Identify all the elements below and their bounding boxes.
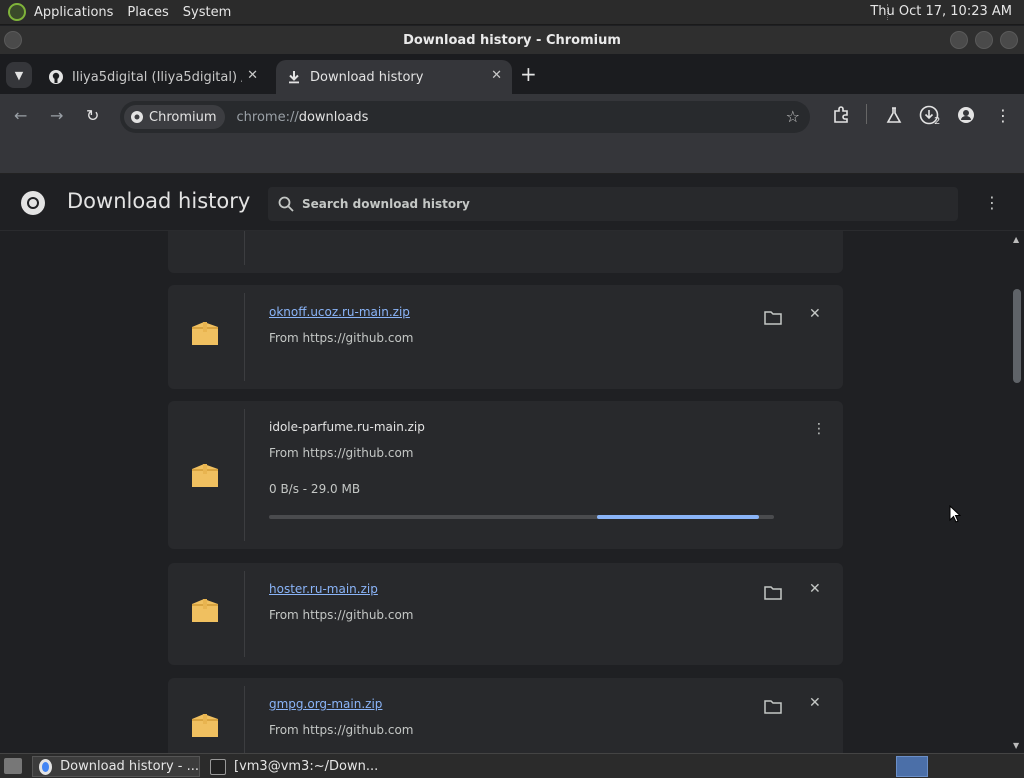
card-divider <box>244 293 245 381</box>
back-arrow-icon[interactable]: ← <box>14 106 27 125</box>
system-top-panel: Applications Places System Thu Oct 17, 1… <box>0 0 1024 25</box>
clock[interactable]: Thu Oct 17, 10:23 AM <box>870 4 1012 19</box>
page-more-actions-icon[interactable]: ⋮ <box>984 193 1000 212</box>
download-source: From https://github.com <box>269 446 414 460</box>
forward-arrow-icon[interactable]: → <box>50 106 63 125</box>
download-card-partial <box>168 231 843 273</box>
taskbar-item-terminal[interactable]: [vm3@vm3:~/Down... <box>204 756 384 777</box>
close-window-button[interactable] <box>1000 31 1018 49</box>
download-card: hoster.ru-main.zip From https://github.c… <box>168 563 843 665</box>
remove-download-icon[interactable]: ✕ <box>809 581 821 597</box>
archive-file-icon <box>192 714 218 737</box>
downloads-badge: 2 <box>934 116 941 127</box>
taskbar-item-chromium[interactable]: Download history - ... <box>32 756 200 777</box>
download-progress-fill <box>597 515 759 519</box>
show-in-folder-icon[interactable] <box>764 699 782 715</box>
scroll-thumb[interactable] <box>1013 289 1021 383</box>
downloads-page-header: Download history Search download history… <box>0 175 1024 231</box>
archive-file-icon <box>192 464 218 487</box>
page-title: Download history <box>67 189 251 213</box>
page-scrollbar[interactable]: ▲ ▼ <box>1010 231 1024 753</box>
downloads-list: oknoff.ucoz.ru-main.zip From https://git… <box>0 231 1010 753</box>
download-progress-bar <box>269 515 774 519</box>
chevron-down-icon: ▼ <box>14 68 24 82</box>
minimize-button[interactable] <box>950 31 968 49</box>
bookmark-star-icon[interactable]: ☆ <box>786 107 800 126</box>
archive-file-icon <box>192 599 218 622</box>
close-tab-icon[interactable]: ✕ <box>247 68 258 83</box>
chromium-icon <box>39 758 53 775</box>
download-file-link[interactable]: oknoff.ucoz.ru-main.zip <box>269 305 410 319</box>
mouse-cursor-icon <box>949 505 961 523</box>
remove-download-icon[interactable]: ✕ <box>809 306 821 322</box>
downloads-button[interactable]: 2 <box>919 104 943 132</box>
github-icon <box>48 69 64 85</box>
close-tab-icon[interactable]: ✕ <box>491 68 502 83</box>
tab-search-button[interactable]: ▼ <box>6 62 32 88</box>
download-card: gmpg.org-main.zip From https://github.co… <box>168 678 843 753</box>
tray-chromium-icon[interactable] <box>896 756 928 777</box>
toolbar-separator <box>866 104 867 124</box>
download-more-actions-icon[interactable]: ⋮ <box>812 421 826 437</box>
omnibox[interactable]: Chromium chrome://downloads ☆ <box>120 101 810 133</box>
site-info-label: Chromium <box>149 109 217 125</box>
search-icon <box>278 196 294 212</box>
url-text[interactable]: chrome://downloads <box>237 110 369 125</box>
download-source: From https://github.com <box>269 331 414 345</box>
download-file-name: idole-parfume.ru-main.zip <box>269 420 425 434</box>
site-info-chip[interactable]: Chromium <box>124 105 225 129</box>
scroll-up-arrow-icon[interactable]: ▲ <box>1013 235 1019 244</box>
chromium-logo-icon <box>21 191 45 215</box>
maximize-button[interactable] <box>975 31 993 49</box>
url-host: downloads <box>298 109 369 125</box>
card-divider <box>244 571 245 657</box>
download-file-link[interactable]: gmpg.org-main.zip <box>269 697 382 711</box>
window-titlebar[interactable]: Download history - Chromium <box>0 26 1024 54</box>
system-menu[interactable]: System <box>183 5 231 20</box>
search-placeholder: Search download history <box>302 197 470 211</box>
remove-download-icon[interactable]: ✕ <box>809 695 821 711</box>
applications-menu[interactable]: Applications <box>34 5 113 20</box>
chrome-menu-kebab-icon[interactable]: ⋮ <box>995 106 1011 125</box>
show-desktop-icon[interactable] <box>4 758 22 774</box>
show-in-folder-icon[interactable] <box>764 310 782 326</box>
browser-toolbar: ← → ↻ Chromium chrome://downloads ☆ 2 ⋮ <box>0 94 1024 140</box>
extensions-icon[interactable] <box>832 106 850 128</box>
labs-flask-icon[interactable] <box>886 106 902 128</box>
download-status: 0 B/s - 29.0 MB <box>269 482 361 496</box>
download-icon <box>286 69 302 85</box>
tab-title: Iliya5digital (Iliya5digital) / Re <box>72 69 242 85</box>
reload-icon[interactable]: ↻ <box>86 106 99 125</box>
download-source: From https://github.com <box>269 608 414 622</box>
places-menu[interactable]: Places <box>127 5 168 20</box>
window-menu-button[interactable] <box>4 31 22 49</box>
tab-strip: ▼ Iliya5digital (Iliya5digital) / Re ✕ D… <box>0 54 1024 94</box>
taskbar-item-label: Download history - ... <box>60 759 199 774</box>
card-divider <box>244 686 245 753</box>
tab-download-history[interactable]: Download history ✕ <box>276 60 512 94</box>
window-title: Download history - Chromium <box>403 32 621 48</box>
search-downloads-input[interactable]: Search download history <box>268 187 958 221</box>
terminal-icon <box>210 758 226 775</box>
distro-logo-icon[interactable] <box>8 3 26 21</box>
tab-github[interactable]: Iliya5digital (Iliya5digital) / Re ✕ <box>38 60 268 94</box>
profile-avatar-icon[interactable] <box>957 106 975 128</box>
show-in-folder-icon[interactable] <box>764 585 782 601</box>
scroll-down-arrow-icon[interactable]: ▼ <box>1013 741 1019 750</box>
taskbar-item-label: [vm3@vm3:~/Down... <box>234 759 379 774</box>
tab-title: Download history <box>310 69 424 85</box>
chromium-icon <box>131 111 143 123</box>
new-tab-button[interactable]: + <box>520 64 537 84</box>
card-divider <box>244 409 245 541</box>
bottom-taskbar: Download history - ... [vm3@vm3:~/Down..… <box>0 753 1024 778</box>
bookmarks-bar <box>0 140 1024 174</box>
download-source: From https://github.com <box>269 723 414 737</box>
download-file-link[interactable]: hoster.ru-main.zip <box>269 582 378 596</box>
archive-file-icon <box>192 322 218 345</box>
download-card: oknoff.ucoz.ru-main.zip From https://git… <box>168 285 843 389</box>
url-scheme: chrome:// <box>236 109 299 125</box>
download-card-in-progress: idole-parfume.ru-main.zip From https://g… <box>168 401 843 549</box>
card-divider <box>244 231 245 265</box>
